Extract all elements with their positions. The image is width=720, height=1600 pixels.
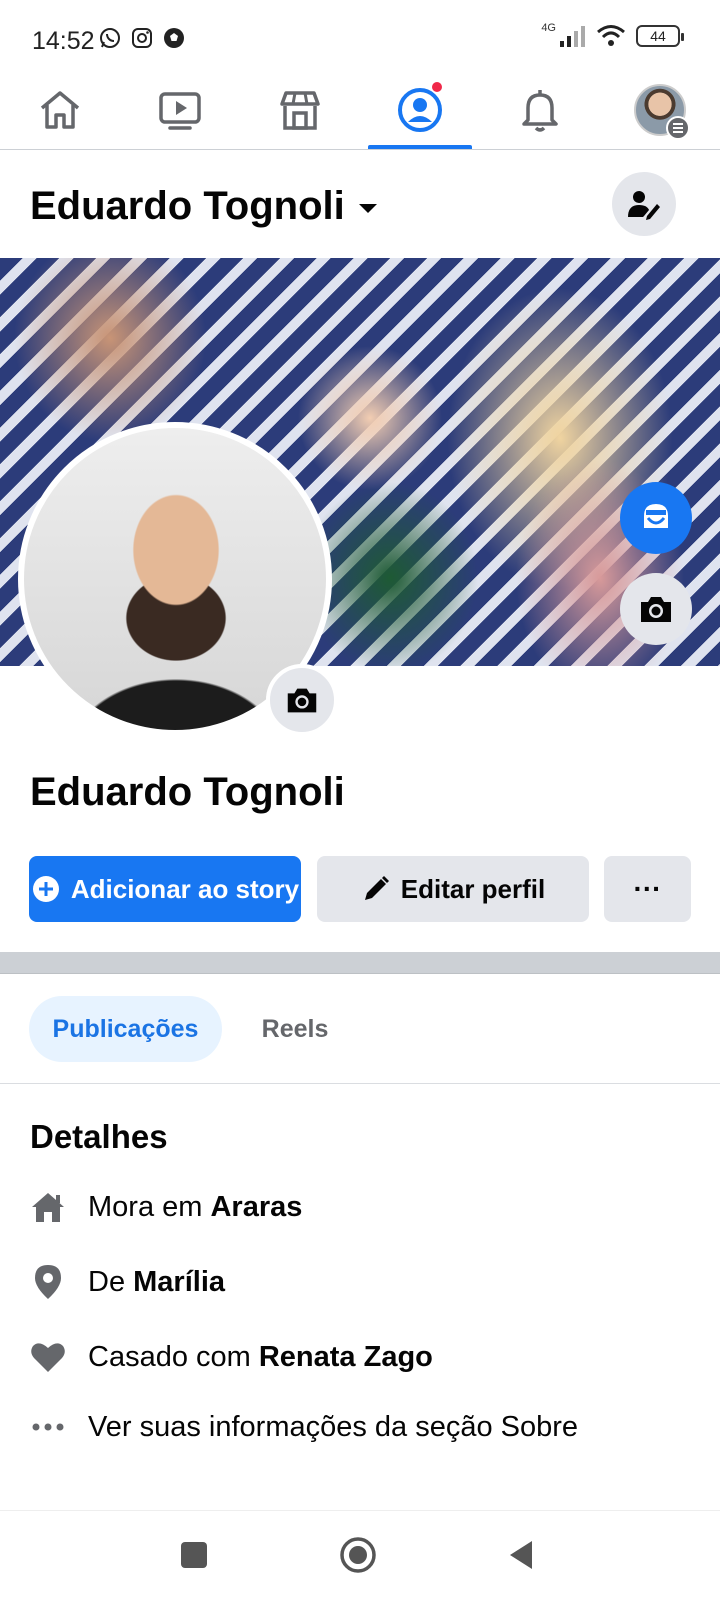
battery-indicator: 44 [636,25,684,47]
header-name: Eduardo Tognoli [30,184,345,228]
profile-name: Eduardo Tognoli [30,770,345,814]
tab-notifications[interactable] [480,70,600,149]
tab-profile[interactable] [360,70,480,149]
detail-from-text: De Marília [88,1266,225,1299]
menu-icon [666,115,690,140]
detail-relationship-partner: Renata Zago [258,1340,433,1373]
pencil-icon [364,876,389,900]
edit-profile-icon-button[interactable] [612,172,676,236]
wifi-icon [597,25,625,46]
more-options-label: ··· [633,873,662,904]
instagram-icon [132,28,152,48]
tab-marketplace[interactable] [240,70,444,149]
detail-from-place: Marília [133,1265,226,1298]
more-options-button[interactable]: ··· [604,856,691,922]
edit-profile-label: Editar perfil [400,873,546,904]
edit-profile-button[interactable]: Editar perfil [317,856,589,922]
network-type: 4G [541,22,556,34]
status-bar: 14:52 4G 44 [0,0,720,70]
detail-lives-in-prefix: Mora em [88,1190,211,1223]
avatar [634,83,690,140]
home-icon [28,1187,68,1227]
detail-from-prefix: De [88,1265,134,1298]
profile-icon [398,87,442,132]
profile-switcher[interactable]: Eduardo Tognoli [30,184,377,229]
details-title: Detalhes [30,1118,168,1155]
status-time: 14:52 [32,27,95,55]
detail-relationship-prefix: Casado com [88,1340,259,1373]
ellipsis-icon [28,1407,68,1447]
triangle-back-icon [510,1541,532,1569]
heart-icon [28,1337,68,1377]
content-tabs: Publicações Reels [0,974,720,1084]
tab-home[interactable] [0,70,120,149]
tab-video[interactable] [120,70,240,149]
status-right: 4G 44 [541,22,684,48]
camera-icon [287,688,317,713]
see-about-info-text: Ver suas informações da seção Sobre [88,1410,579,1443]
detail-from[interactable]: De Marília [0,1257,720,1307]
video-icon [159,91,201,130]
avatar-button[interactable] [620,482,692,554]
detail-relationship[interactable]: Casado com Renata Zago [0,1332,720,1382]
detail-lives-in[interactable]: Mora em Araras [0,1182,720,1232]
detail-lives-in-place: Araras [210,1190,303,1223]
profile-actions: Adicionar ao story Editar perfil ··· [29,856,691,922]
person-edit-icon [628,191,660,220]
nav-tabs [0,70,720,150]
see-about-info[interactable]: Ver suas informações da seção Sobre [0,1402,720,1452]
circle-icon [340,1537,376,1573]
whatsapp-icon [100,28,120,48]
status-app-icons [98,26,186,50]
soccer-ball-icon [164,28,184,48]
edit-cover-button[interactable] [620,573,692,645]
detail-lives-in-text: Mora em Araras [88,1191,302,1224]
location-pin-icon [28,1262,68,1302]
add-to-story-label: Adicionar ao story [70,873,300,904]
marketplace-icon [280,90,320,130]
plus-circle-icon [32,876,59,902]
home-icon [40,90,80,129]
caret-down-icon [358,204,377,213]
profile-header: Eduardo Tognoli [0,150,720,258]
camera-icon [641,597,671,622]
signal-icon [560,26,585,47]
edit-profile-picture-button[interactable] [266,664,338,736]
bell-icon [522,89,558,132]
avatar-face-icon [644,504,668,528]
tab-reels[interactable]: Reels [240,996,350,1062]
square-icon [181,1542,207,1568]
tab-publicacoes[interactable]: Publicações [29,996,222,1062]
system-nav-bar [0,1510,720,1600]
add-to-story-button[interactable]: Adicionar ao story [29,856,301,922]
back-button[interactable] [498,1531,546,1579]
detail-relationship-text: Casado com Renata Zago [88,1341,433,1374]
tab-menu[interactable] [600,70,720,149]
recent-apps-button[interactable] [170,1531,218,1579]
home-button[interactable] [334,1531,382,1579]
section-divider [0,952,720,974]
